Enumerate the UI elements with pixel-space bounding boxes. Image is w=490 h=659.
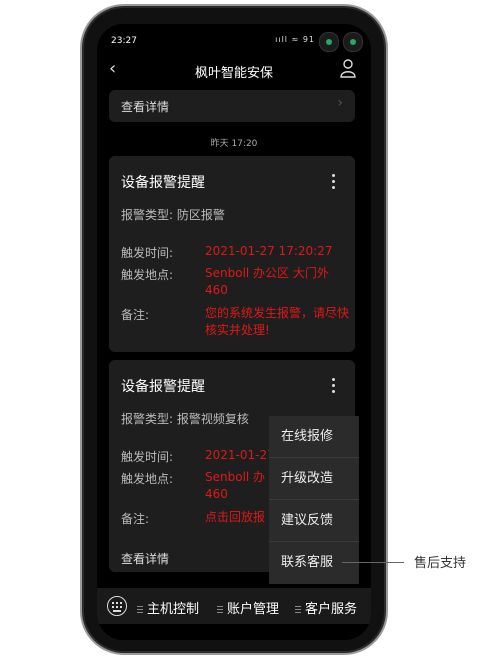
trigger-time-label: 触发时间:	[121, 246, 174, 260]
trigger-time-value: 2021-01-27 17:20:27	[205, 244, 333, 258]
tab-account-management[interactable]: 账户管理	[217, 598, 279, 617]
bottom-tab-bar: 主机控制 账户管理 客户服务	[97, 588, 371, 624]
alarm-type-value: 报警视频复核	[176, 412, 249, 426]
status-time: 23:27	[111, 36, 137, 46]
camera-icon	[343, 32, 363, 52]
trigger-time-label: 触发时间:	[121, 450, 174, 464]
app-screen: 23:27 ııll ≈ 91 ‹ 枫叶智能安保 查看详情 › 昨天 17:20…	[97, 24, 371, 640]
alarm-type-value: 防区报警	[176, 208, 225, 222]
view-details-link[interactable]: 查看详情	[121, 550, 169, 567]
service-popup-menu: 在线报修 升级改造 建议反馈 联系客服	[269, 416, 359, 584]
camera-icon	[319, 32, 339, 52]
user-profile-icon[interactable]	[339, 58, 357, 78]
note-label: 备注:	[121, 512, 150, 526]
message-timestamp: 昨天 17:20	[210, 139, 258, 149]
note-value: 您的系统发生报警，请尽快核实并处理!	[205, 306, 350, 337]
nav-bar: ‹ 枫叶智能安保	[97, 56, 371, 84]
tab-label: 账户管理	[227, 602, 280, 617]
alarm-title: 设备报警提醒	[121, 379, 205, 395]
view-details-card[interactable]: 查看详情 ›	[109, 90, 355, 122]
more-options-icon[interactable]	[332, 378, 335, 396]
menu-lines-icon	[217, 604, 223, 615]
keyboard-icon[interactable]	[107, 596, 127, 616]
menu-lines-icon	[295, 604, 301, 615]
alarm-type-label: 报警类型:	[121, 208, 174, 222]
menu-lines-icon	[137, 604, 143, 615]
tab-host-control[interactable]: 主机控制	[137, 598, 199, 617]
note-label: 备注:	[121, 308, 150, 322]
tab-customer-service[interactable]: 客户服务	[295, 598, 357, 617]
tab-label: 客户服务	[305, 602, 358, 617]
callout-label: 售后支持	[414, 556, 467, 571]
menu-item-upgrade[interactable]: 升级改造	[269, 458, 359, 500]
menu-item-feedback[interactable]: 建议反馈	[269, 500, 359, 542]
status-indicators: ııll ≈ 91	[275, 35, 315, 44]
status-bar: 23:27 ııll ≈ 91	[97, 24, 371, 52]
trigger-location-label: 触发地点:	[121, 472, 174, 486]
view-details-label: 查看详情	[121, 100, 170, 114]
callout-line	[342, 562, 404, 563]
trigger-location-value: Senboll 办 460	[205, 470, 266, 501]
alarm-card[interactable]: 设备报警提醒 报警类型: 防区报警 触发时间: 2021-01-27 17:20…	[109, 156, 355, 352]
trigger-location-label: 触发地点:	[121, 268, 174, 282]
trigger-location-value: Senboll 办公区 大门外 460	[205, 266, 329, 297]
page-title: 枫叶智能安保	[194, 66, 273, 81]
alarm-type-label: 报警类型:	[121, 412, 174, 426]
alarm-title: 设备报警提醒	[121, 175, 205, 191]
more-options-icon[interactable]	[332, 174, 335, 192]
chevron-right-icon: ›	[337, 95, 343, 111]
tab-label: 主机控制	[147, 602, 200, 617]
menu-item-contact-support[interactable]: 联系客服	[269, 542, 359, 584]
menu-item-online-repair[interactable]: 在线报修	[269, 416, 359, 458]
